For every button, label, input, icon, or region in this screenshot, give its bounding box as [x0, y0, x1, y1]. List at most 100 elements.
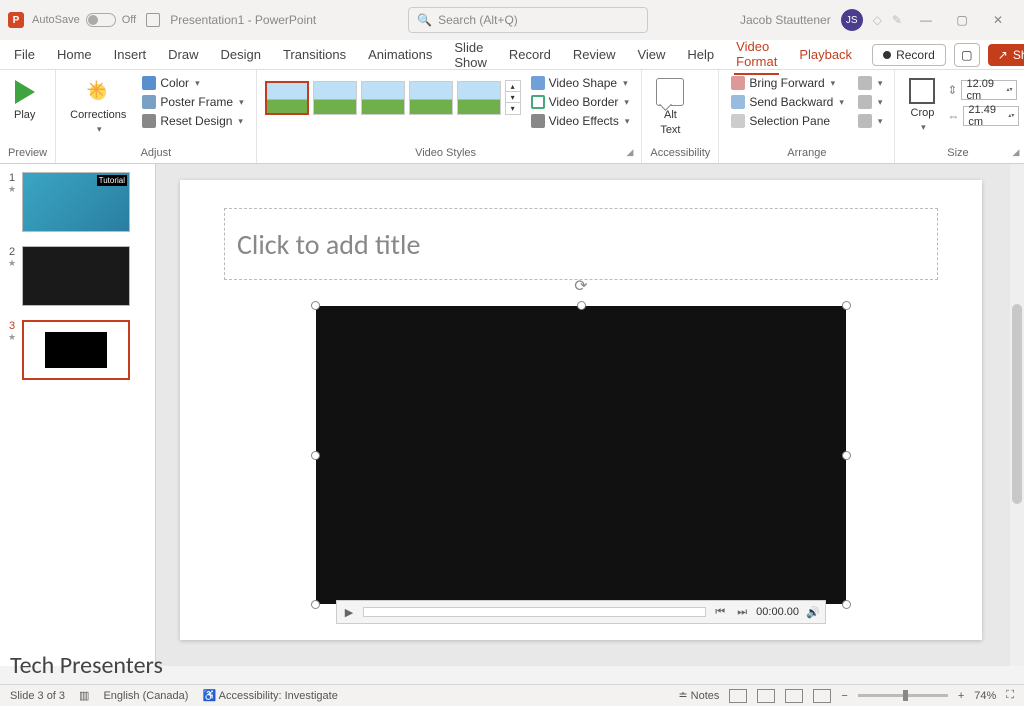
video-effects-button[interactable]: Video Effects▾ [527, 112, 634, 130]
style-thumb-1[interactable] [265, 81, 309, 115]
accessibility-status[interactable]: ♿ Accessibility: Investigate [202, 689, 337, 702]
styles-gallery[interactable]: ▴ ▾ ▾ [265, 74, 521, 115]
style-thumb-2[interactable] [313, 81, 357, 115]
slide-canvas[interactable]: Click to add title ⟳ ▶ ⏮ ⏭ 00:00.00 🔊 [156, 164, 1024, 666]
step-forward-icon[interactable]: ⏭ [734, 606, 750, 619]
tab-slideshow[interactable]: Slide Show [452, 36, 489, 74]
maximize-button[interactable]: ▢ [944, 6, 980, 34]
video-shape-button[interactable]: Video Shape▾ [527, 74, 634, 92]
expand-icon[interactable]: ▾ [506, 103, 520, 114]
spinner-icon[interactable]: ▴▾ [1006, 87, 1012, 93]
corrections-button[interactable]: Corrections ▾ [64, 74, 132, 139]
toggle-switch-icon[interactable] [86, 13, 116, 27]
tab-video-format[interactable]: Video Format [734, 35, 779, 75]
tab-design[interactable]: Design [219, 43, 263, 66]
slideshow-view-button[interactable] [813, 689, 831, 703]
tab-help[interactable]: Help [685, 43, 716, 66]
rotate-button[interactable]: ▾ [854, 112, 887, 130]
a11y-text: Accessibility: Investigate [219, 690, 338, 702]
video-scrubber[interactable] [363, 607, 706, 617]
zoom-slider[interactable] [858, 694, 948, 697]
avatar[interactable]: JS [841, 9, 863, 31]
fit-to-window-button[interactable]: ⛶ [1006, 689, 1014, 702]
slide-thumb-2[interactable] [22, 246, 130, 306]
tab-insert[interactable]: Insert [112, 43, 149, 66]
alt-text-button[interactable]: Alt Text [650, 74, 690, 140]
zoom-out-button[interactable]: − [841, 690, 847, 702]
dialog-launcher-icon[interactable]: ◢ [626, 147, 633, 158]
language-status[interactable]: English (Canada) [103, 690, 188, 702]
resize-handle[interactable] [842, 301, 851, 310]
present-icon-button[interactable]: ▢ [954, 43, 980, 67]
thumbnail-row-1[interactable]: 1★ Tutorial [6, 172, 149, 232]
tab-view[interactable]: View [635, 43, 667, 66]
bring-forward-button[interactable]: Bring Forward▾ [727, 74, 848, 92]
volume-icon[interactable]: 🔊 [805, 606, 821, 619]
resize-handle[interactable] [842, 600, 851, 609]
vertical-scrollbar[interactable] [1010, 164, 1024, 666]
play-icon[interactable]: ▶ [341, 606, 357, 619]
chevron-down-icon[interactable]: ▾ [506, 92, 520, 103]
play-button[interactable]: Play [8, 74, 41, 125]
color-button[interactable]: Color▾ [138, 74, 247, 92]
share-button[interactable]: ↗ Share ▾ [988, 44, 1024, 66]
step-back-icon[interactable]: ⏮ [712, 606, 728, 619]
tab-playback[interactable]: Playback [797, 43, 854, 66]
crop-button[interactable]: Crop ▾ [903, 74, 941, 137]
spinner-icon[interactable]: ▴▾ [1008, 113, 1014, 119]
style-thumb-4[interactable] [409, 81, 453, 115]
rotate-handle-icon[interactable]: ⟳ [574, 276, 587, 296]
resize-handle[interactable] [311, 600, 320, 609]
width-input[interactable]: 21.49 cm▴▾ [963, 106, 1019, 126]
tab-animations[interactable]: Animations [366, 43, 434, 66]
sorter-view-button[interactable] [757, 689, 775, 703]
resize-handle[interactable] [577, 301, 586, 310]
zoom-in-button[interactable]: + [958, 690, 964, 702]
style-thumb-5[interactable] [457, 81, 501, 115]
style-thumb-3[interactable] [361, 81, 405, 115]
normal-view-button[interactable] [729, 689, 747, 703]
align-button[interactable]: ▾ [854, 74, 887, 92]
close-button[interactable]: ✕ [980, 6, 1016, 34]
minimize-button[interactable]: — [908, 6, 944, 34]
thumbnail-row-3[interactable]: 3★ [6, 320, 149, 380]
poster-frame-button[interactable]: Poster Frame▾ [138, 93, 247, 111]
reading-view-button[interactable] [785, 689, 803, 703]
share-icon: ↗ [998, 48, 1008, 62]
selection-pane-button[interactable]: Selection Pane [727, 112, 848, 130]
slide-thumb-3[interactable] [22, 320, 130, 380]
resize-handle[interactable] [311, 451, 320, 460]
send-backward-button[interactable]: Send Backward▾ [727, 93, 848, 111]
tab-home[interactable]: Home [55, 43, 94, 66]
scroll-thumb[interactable] [1012, 304, 1022, 504]
record-button[interactable]: Record [872, 44, 946, 66]
save-icon[interactable] [146, 13, 160, 27]
pane-icon [731, 114, 745, 128]
chevron-up-icon[interactable]: ▴ [506, 81, 520, 92]
title-placeholder[interactable]: Click to add title [224, 208, 938, 280]
slide-counter[interactable]: Slide 3 of 3 [10, 690, 65, 702]
thumbnail-row-2[interactable]: 2★ [6, 246, 149, 306]
tab-draw[interactable]: Draw [166, 43, 200, 66]
gallery-scroll[interactable]: ▴ ▾ ▾ [505, 80, 521, 115]
height-input[interactable]: 12.09 cm▴▾ [961, 80, 1017, 100]
diamond-icon[interactable]: ◇ [873, 13, 882, 27]
search-input[interactable]: 🔍 Search (Alt+Q) [408, 7, 648, 33]
autosave-toggle[interactable]: AutoSave Off [32, 13, 136, 27]
zoom-level[interactable]: 74% [974, 690, 996, 702]
tab-file[interactable]: File [12, 43, 37, 66]
group-objects-button[interactable]: ▾ [854, 93, 887, 111]
tab-review[interactable]: Review [571, 43, 618, 66]
tab-transitions[interactable]: Transitions [281, 43, 348, 66]
resize-handle[interactable] [311, 301, 320, 310]
resize-handle[interactable] [842, 451, 851, 460]
reset-design-button[interactable]: Reset Design▾ [138, 112, 247, 130]
video-border-button[interactable]: Video Border▾ [527, 93, 634, 111]
notes-button[interactable]: ≐ Notes [678, 689, 719, 702]
dialog-launcher-icon[interactable]: ◢ [1013, 147, 1020, 158]
video-object[interactable]: ⟳ [316, 306, 846, 604]
pencil-icon[interactable]: ✎ [892, 13, 902, 27]
tab-record[interactable]: Record [507, 43, 553, 66]
book-icon[interactable]: ▥ [79, 689, 89, 702]
slide-thumb-1[interactable]: Tutorial [22, 172, 130, 232]
